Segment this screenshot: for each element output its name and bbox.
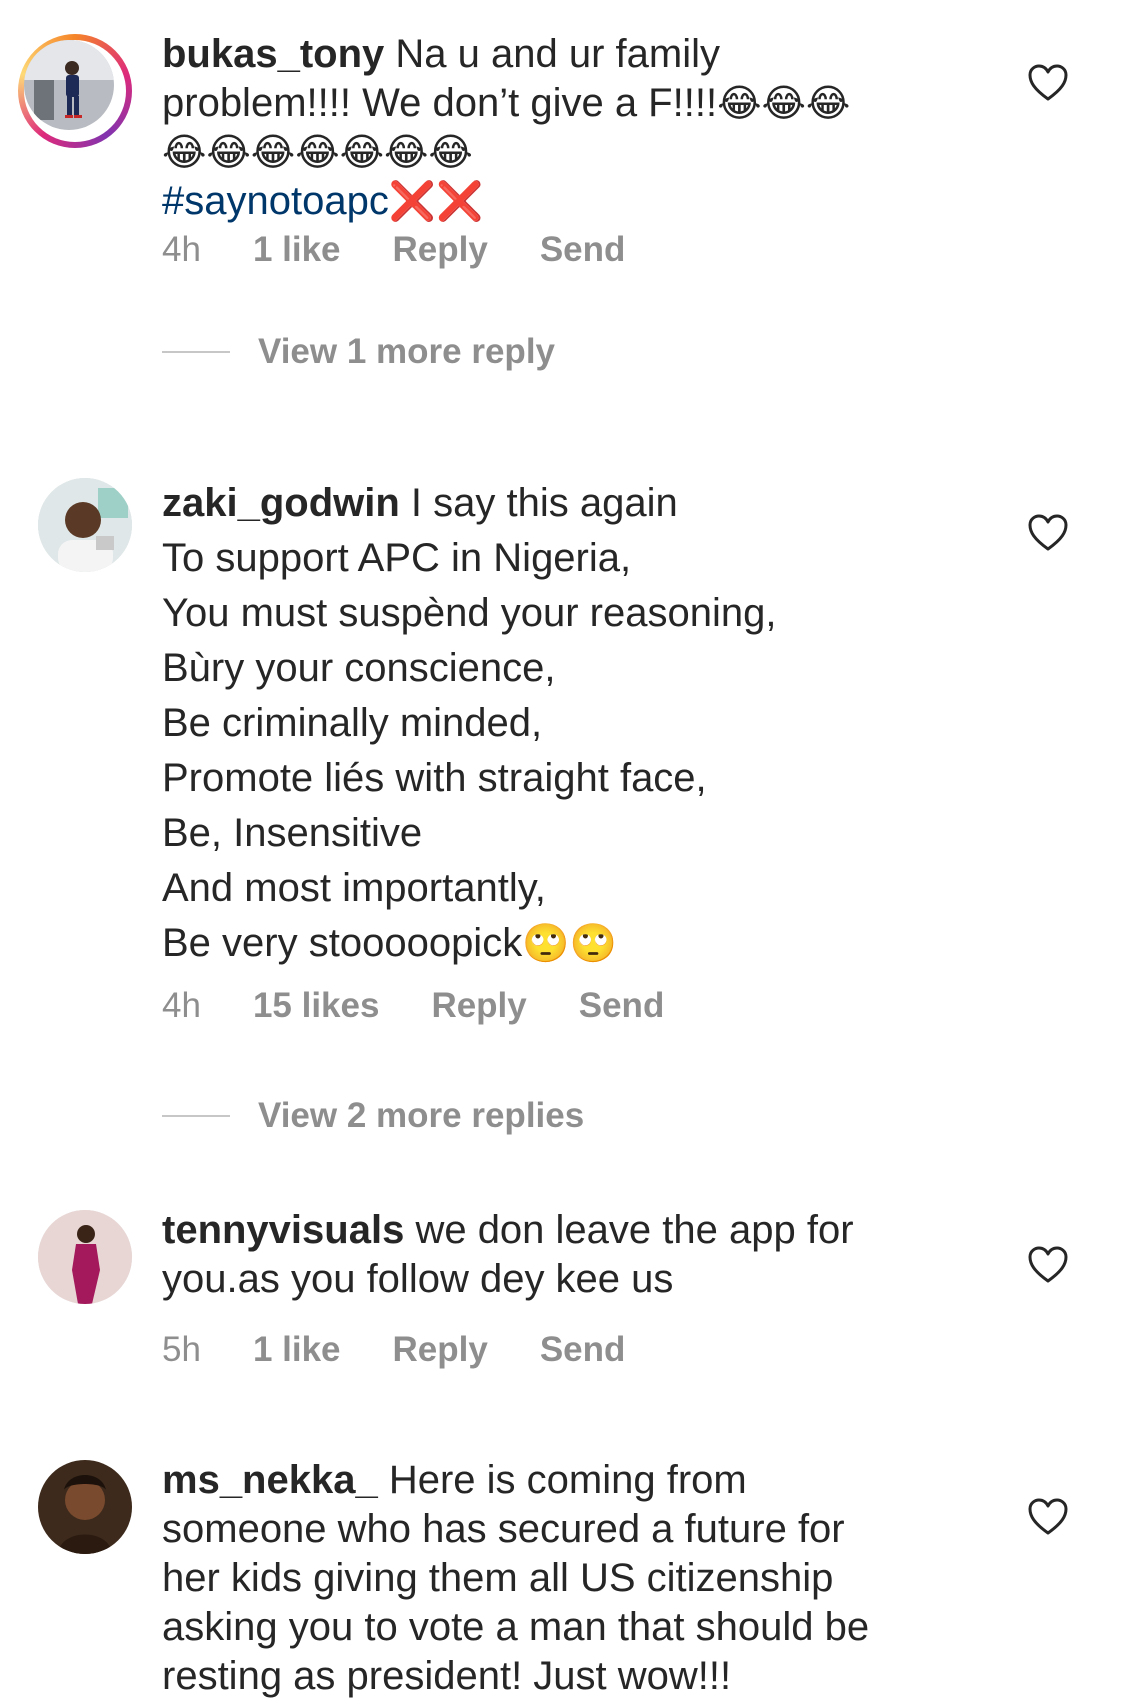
- comment-text-line: And most importantly,: [162, 866, 546, 910]
- comment-username[interactable]: zaki_godwin: [162, 481, 400, 525]
- comment-text-line: Be criminally minded,: [162, 701, 543, 745]
- comment-text: bukas_tony Na u and ur family problem!!!…: [162, 30, 982, 226]
- divider-line: [162, 1115, 230, 1117]
- avatar-image: [24, 40, 114, 130]
- comment-text-line: someone who has secured a future for: [162, 1507, 845, 1551]
- comment-text: zaki_godwin I say this again To support …: [162, 476, 982, 971]
- comment-text-line: You must suspènd your reasoning,: [162, 591, 777, 635]
- comment-username[interactable]: bukas_tony: [162, 32, 384, 76]
- comment-likes[interactable]: 1 like: [253, 230, 341, 270]
- comment-text-line: To support APC in Nigeria,: [162, 536, 632, 580]
- laughing-emoji: 😂😂😂: [717, 81, 851, 125]
- comment-text-line: Bùry your conscience,: [162, 646, 556, 690]
- comment-text-line: Promote liés with straight face,: [162, 756, 707, 800]
- comment-text-line: Be very stooooopick: [162, 921, 523, 965]
- avatar[interactable]: [38, 1210, 132, 1304]
- comment-text: ms_nekka_ Here is coming from someone wh…: [162, 1456, 982, 1701]
- avatar-image: [38, 1460, 132, 1554]
- send-button[interactable]: Send: [540, 1330, 626, 1370]
- reply-button[interactable]: Reply: [393, 230, 488, 270]
- comment-time: 5h: [162, 1330, 201, 1369]
- comment-meta: 4h 15 likes Reply Send: [162, 986, 716, 1026]
- avatar-image: [38, 478, 132, 572]
- comment-meta: 4h 1 like Reply Send: [162, 230, 677, 270]
- comment-username[interactable]: ms_nekka_: [162, 1458, 378, 1502]
- comment-text: tennyvisuals we don leave the app for yo…: [162, 1206, 982, 1304]
- view-more-replies-button[interactable]: View 2 more replies: [162, 1096, 584, 1136]
- comment-meta: 5h 1 like Reply Send: [162, 1330, 677, 1370]
- like-heart-icon[interactable]: [1028, 514, 1068, 552]
- like-heart-icon[interactable]: [1028, 64, 1068, 102]
- avatar[interactable]: [38, 478, 132, 572]
- send-button[interactable]: Send: [579, 986, 665, 1026]
- eye-roll-emoji: 🙄🙄: [522, 921, 617, 965]
- comment-text-line: we don leave the app for: [404, 1208, 854, 1252]
- comment-username[interactable]: tennyvisuals: [162, 1208, 404, 1252]
- comment-text-line: Na u and ur family: [384, 32, 720, 76]
- comment-likes[interactable]: 1 like: [253, 1330, 341, 1370]
- comment-time: 4h: [162, 230, 201, 269]
- avatar[interactable]: [18, 34, 132, 148]
- cross-mark-emoji: ❌❌: [388, 179, 484, 223]
- view-more-label: View 2 more replies: [258, 1096, 585, 1135]
- view-more-replies-button[interactable]: View 1 more reply: [162, 332, 555, 372]
- comment-text-line: her kids giving them all US citizenship: [162, 1556, 834, 1600]
- comment-text-line: I say this again: [399, 481, 678, 525]
- like-heart-icon[interactable]: [1028, 1246, 1068, 1284]
- hashtag-link[interactable]: #saynotoapc: [162, 179, 389, 223]
- comment-text-line: asking you to vote a man that should be: [162, 1605, 870, 1649]
- laughing-emoji: 😂😂😂😂😂😂😂: [162, 130, 473, 174]
- comment-text-line: you.as you follow dey kee us: [162, 1257, 674, 1301]
- reply-button[interactable]: Reply: [431, 986, 526, 1026]
- view-more-label: View 1 more reply: [258, 332, 556, 371]
- reply-button[interactable]: Reply: [393, 1330, 488, 1370]
- comment-text-line: problem!!!! We don’t give a F!!!!: [162, 81, 718, 125]
- avatar-image: [38, 1210, 132, 1304]
- comment-text-line: Be, Insensitive: [162, 811, 423, 855]
- comment-text-line: resting as president! Just wow!!!: [162, 1654, 732, 1698]
- comment-time: 4h: [162, 986, 201, 1025]
- avatar[interactable]: [38, 1460, 132, 1554]
- like-heart-icon[interactable]: [1028, 1498, 1068, 1536]
- divider-line: [162, 351, 230, 353]
- comment-likes[interactable]: 15 likes: [253, 986, 380, 1026]
- comment-text-line: Here is coming from: [377, 1458, 747, 1502]
- send-button[interactable]: Send: [540, 230, 626, 270]
